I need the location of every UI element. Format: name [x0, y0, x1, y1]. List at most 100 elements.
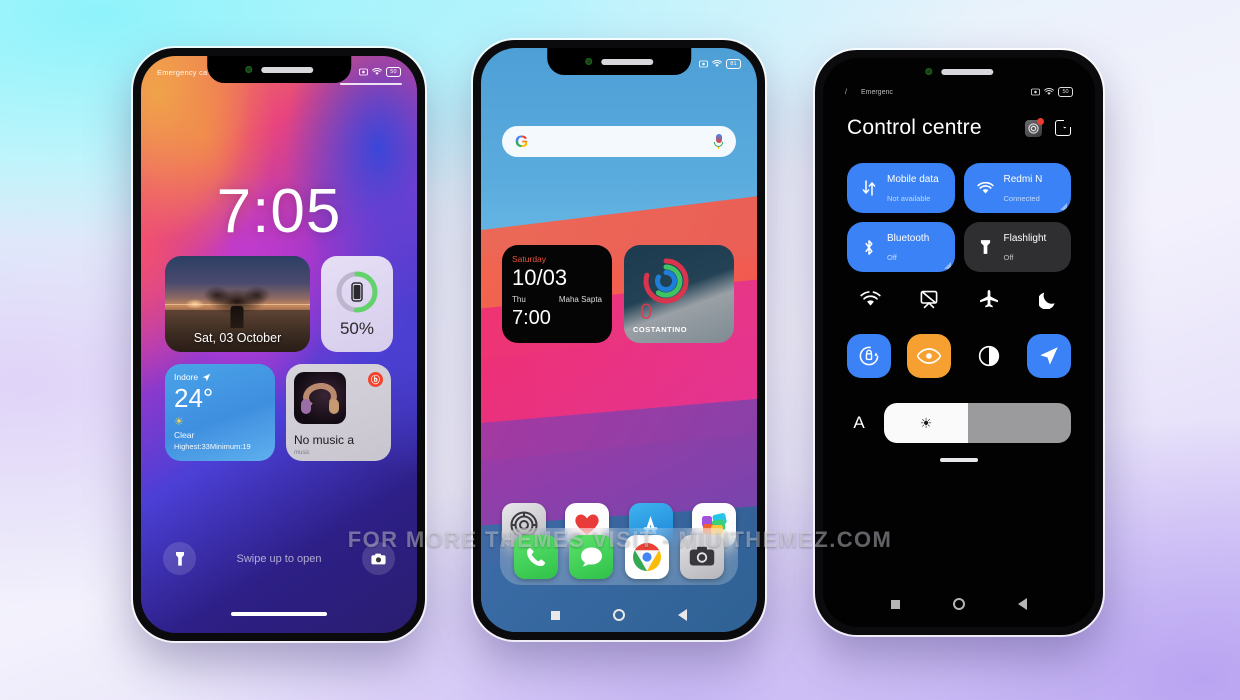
fitness-name: COSTANTINO	[633, 325, 688, 334]
wifi-icon	[976, 181, 995, 195]
widget-row-2: Indore 24° ☀ Clear Highest:33Minimum:19 …	[165, 364, 393, 461]
phone3-navbar	[823, 598, 1095, 610]
swipe-hint: Swipe up to open	[236, 552, 322, 565]
camera-icon[interactable]	[680, 534, 725, 579]
wifi-icon	[1044, 88, 1054, 95]
status-right: 50	[359, 67, 401, 77]
back-triangle-icon[interactable]	[1018, 598, 1027, 610]
calendar-short-day: Thu	[512, 295, 526, 304]
phone-home-screen: 81 G Saturday 10/03 Thu Maha Sapta 7:00 …	[473, 40, 765, 640]
dnd-moon-icon[interactable]	[1025, 283, 1071, 315]
battery-percent: 50%	[339, 319, 374, 338]
battery-level: 81	[726, 59, 741, 69]
location-icon[interactable]	[1027, 334, 1071, 378]
phone2-screen: 81 G Saturday 10/03 Thu Maha Sapta 7:00 …	[481, 48, 757, 632]
front-camera-icon	[244, 66, 252, 73]
home-widgets: Saturday 10/03 Thu Maha Sapta 7:00 0 COS…	[502, 245, 736, 343]
hotspot-icon[interactable]	[847, 283, 893, 315]
tile-title: Mobile data	[887, 174, 939, 186]
tile-flashlight[interactable]: Flashlight Off	[963, 222, 1071, 272]
tree-trunk	[230, 305, 244, 328]
drag-handle[interactable]	[940, 458, 978, 462]
calendar-widget[interactable]: Saturday 10/03 Thu Maha Sapta 7:00	[502, 245, 612, 343]
camera-icon[interactable]	[361, 542, 395, 575]
earpiece-speaker	[941, 68, 993, 75]
status-underline	[340, 83, 402, 85]
phone2-navbar	[481, 609, 757, 621]
calendar-day-of-week: Saturday	[512, 254, 547, 264]
fitness-value: 0	[640, 299, 653, 324]
tile-subtitle: Off	[887, 253, 897, 262]
airplane-icon[interactable]	[966, 283, 1012, 315]
tile-subtitle: Off	[1003, 253, 1014, 262]
home-circle-icon[interactable]	[613, 609, 625, 621]
settings-gear-icon[interactable]	[1025, 117, 1044, 137]
home-indicator[interactable]	[231, 612, 327, 616]
calendar-time: 7:00	[512, 307, 551, 329]
auto-brightness-label[interactable]: A	[847, 413, 871, 433]
recents-square-icon[interactable]	[551, 610, 560, 620]
photo-widget-caption: Sat, 03 October	[193, 331, 282, 345]
tile-title: Redmi N	[1003, 174, 1043, 186]
screenshot-icon	[699, 60, 708, 68]
fitness-widget[interactable]: 0 COSTANTINO	[624, 245, 734, 343]
music-widget[interactable]: ⓑ No music a music	[286, 364, 391, 461]
flashlight-icon[interactable]	[163, 542, 197, 575]
messages-icon[interactable]	[569, 534, 614, 579]
phone-lock-screen: Emergency ca 50 7:05 Sat, 03 October 50%…	[133, 48, 425, 641]
headphone-cup-left	[301, 399, 311, 414]
back-triangle-icon[interactable]	[678, 609, 687, 621]
brightness-sun-icon: ☀	[919, 414, 933, 431]
carrier-label: Emergenc	[860, 88, 893, 96]
notch	[888, 58, 1029, 85]
header-actions	[1025, 117, 1071, 137]
notification-badge	[1037, 117, 1044, 125]
weather-minmax: Highest:33Minimum:19	[174, 442, 251, 451]
music-subtitle: music	[294, 450, 310, 456]
brightness-slider[interactable]: ☀	[884, 403, 1071, 443]
status-right: 50	[1031, 87, 1073, 97]
tile-expand-corner[interactable]	[943, 262, 951, 269]
music-title: No music a	[294, 433, 355, 447]
battery-widget[interactable]: 50%	[320, 256, 393, 352]
headphone-cup-right	[329, 399, 339, 414]
tile-wifi[interactable]: Redmi N Connected	[963, 163, 1071, 213]
auto-rotate-icon[interactable]	[847, 334, 891, 378]
home-circle-icon[interactable]	[953, 598, 965, 610]
tile-text: Redmi N Connected	[1004, 169, 1043, 207]
status-left: Emergency ca	[157, 68, 207, 77]
cast-off-icon[interactable]	[906, 283, 952, 315]
weather-city-row: Indore	[174, 372, 266, 382]
earpiece-speaker	[600, 58, 653, 65]
notch	[207, 56, 351, 83]
front-camera-icon	[925, 68, 932, 75]
photo-widget[interactable]: Sat, 03 October	[165, 256, 310, 352]
tile-text: Flashlight Off	[1004, 228, 1047, 266]
tile-bluetooth[interactable]: Bluetooth Off	[847, 222, 955, 272]
tile-title: Flashlight	[1003, 233, 1047, 245]
status-right: 81	[699, 59, 741, 69]
eye-care-icon[interactable]	[907, 334, 951, 378]
status-slash: /	[845, 88, 847, 96]
home-content: G Saturday 10/03 Thu Maha Sapta 7:00 0 C…	[481, 48, 757, 632]
tile-text: Bluetooth Off	[887, 228, 929, 266]
album-art	[294, 372, 346, 424]
mic-icon[interactable]	[714, 134, 723, 149]
recents-square-icon[interactable]	[891, 599, 900, 609]
google-search-bar[interactable]: G	[502, 126, 736, 157]
calendar-event: Maha Sapta	[558, 295, 602, 304]
edit-pencil-icon[interactable]	[1055, 120, 1071, 136]
lock-clock: 7:05	[216, 177, 342, 246]
tile-subtitle: Not available	[887, 194, 931, 203]
dark-mode-icon[interactable]	[967, 334, 1011, 378]
bluetooth-icon	[859, 239, 878, 256]
weather-condition: Clear	[174, 430, 195, 440]
brightness-control: A ☀	[847, 403, 1071, 443]
front-camera-icon	[584, 58, 592, 65]
weather-widget[interactable]: Indore 24° ☀ Clear Highest:33Minimum:19	[165, 364, 275, 461]
tile-expand-corner[interactable]	[1060, 203, 1067, 210]
tile-subtitle: Connected	[1003, 194, 1040, 203]
tile-mobile-data[interactable]: Mobile data Not available	[847, 163, 955, 213]
phone-icon[interactable]	[513, 534, 558, 579]
chrome-icon[interactable]	[624, 534, 669, 579]
